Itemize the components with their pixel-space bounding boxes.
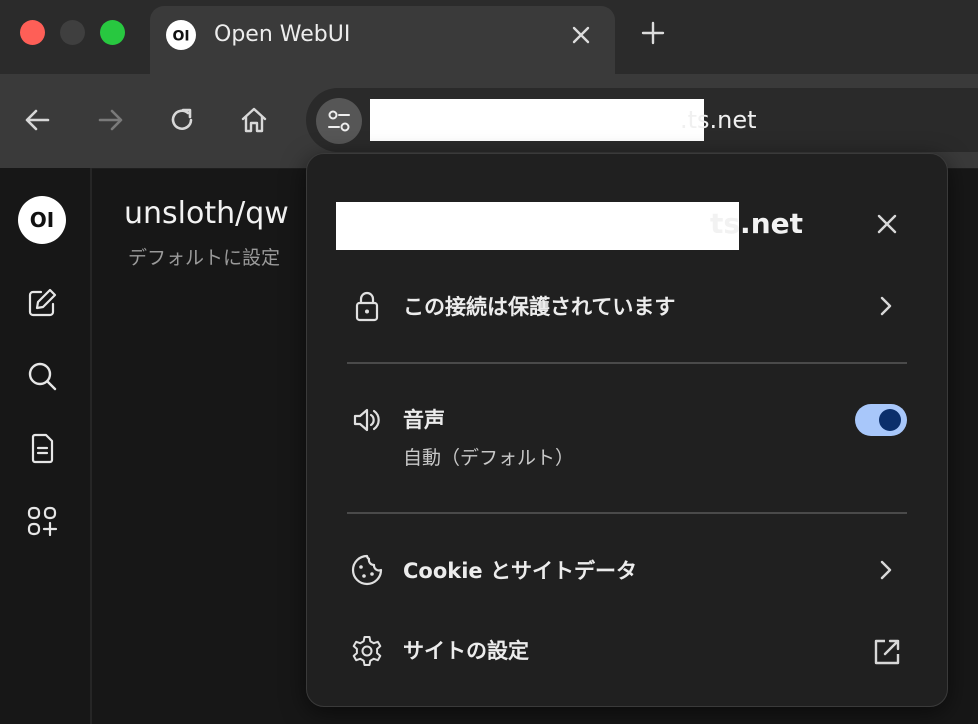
connection-secure-label: この接続は保護されています <box>403 295 676 319</box>
notes-document-icon[interactable] <box>24 430 60 466</box>
window-maximize-button[interactable] <box>100 20 125 45</box>
home-icon[interactable] <box>238 104 270 136</box>
reload-icon[interactable] <box>166 104 198 136</box>
lock-icon <box>349 288 385 324</box>
url-redaction <box>370 99 704 141</box>
new-chat-pencil-icon[interactable] <box>24 285 60 321</box>
tab-title: Open WebUI <box>214 22 351 47</box>
window-close-button[interactable] <box>20 20 45 45</box>
back-arrow-icon[interactable] <box>22 104 54 136</box>
new-tab-plus-icon[interactable] <box>638 18 668 48</box>
workspace-apps-icon[interactable] <box>24 503 60 539</box>
sound-value: 自動（デフォルト） <box>403 447 575 469</box>
gear-icon <box>349 633 385 669</box>
site-info-popup: ts.net この接続は保護されています 音声 自動（デフォルト） Cookie… <box>306 153 948 707</box>
openwebui-favicon-icon: OI <box>166 20 196 50</box>
cookies-label: Cookie とサイトデータ <box>403 559 637 583</box>
app-sidebar: OI <box>0 168 92 724</box>
svg-text:OI: OI <box>30 208 54 232</box>
address-bar[interactable]: .ts.net <box>306 88 978 152</box>
forward-arrow-icon[interactable] <box>94 104 126 136</box>
popup-host-title: ts.net <box>710 207 803 240</box>
tab-strip: OI Open WebUI <box>0 0 978 74</box>
set-as-default-link[interactable]: デフォルトに設定 <box>128 245 280 271</box>
popup-divider <box>347 512 907 514</box>
site-settings-tune-icon[interactable] <box>316 98 362 144</box>
tab-close-icon[interactable] <box>568 22 594 48</box>
url-text: .ts.net <box>680 106 757 134</box>
browser-tab[interactable]: OI Open WebUI <box>150 6 615 74</box>
popup-divider <box>347 362 907 364</box>
search-icon[interactable] <box>24 358 60 394</box>
sound-toggle[interactable] <box>855 404 907 436</box>
popup-close-icon[interactable] <box>871 208 903 240</box>
chevron-right-icon <box>873 293 899 319</box>
openwebui-logo[interactable]: OI <box>18 196 66 244</box>
chevron-right-icon <box>873 557 899 583</box>
sound-toggle-knob <box>879 409 901 431</box>
site-settings-label: サイトの設定 <box>403 639 529 663</box>
sound-label: 音声 <box>403 408 445 432</box>
svg-text:OI: OI <box>172 29 189 45</box>
model-title[interactable]: unsloth/qw <box>124 196 289 232</box>
speaker-icon <box>349 402 385 438</box>
window-minimize-button[interactable] <box>60 20 85 45</box>
host-redaction <box>336 202 739 250</box>
open-external-icon <box>871 636 903 668</box>
cookie-icon <box>349 552 385 588</box>
